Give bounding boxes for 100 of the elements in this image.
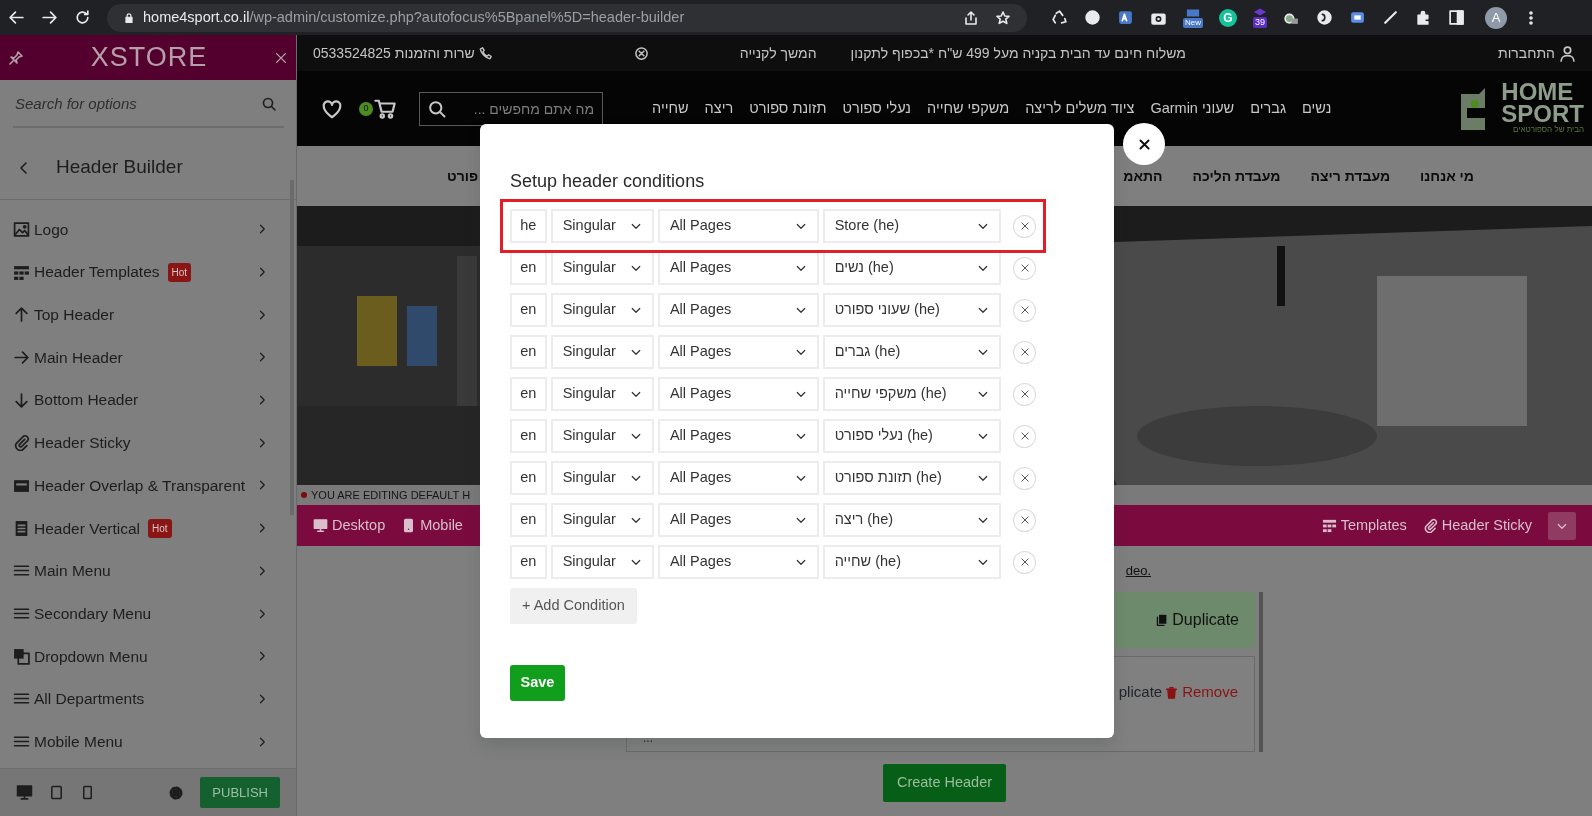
scope-select[interactable]: All Pages bbox=[657, 419, 819, 453]
phone-text: שרות והזמנות 0533524825 bbox=[313, 43, 475, 63]
target-select[interactable]: משקפי שחייה (he) bbox=[822, 377, 1002, 411]
scope-select[interactable]: All Pages bbox=[657, 335, 819, 369]
logo-tagline: הבית של הספורטאים bbox=[1512, 124, 1584, 137]
nav-link[interactable]: פורט bbox=[447, 165, 479, 187]
hot-badge: Hot bbox=[167, 262, 192, 282]
search-field[interactable]: Search for options bbox=[13, 80, 284, 128]
nav-link[interactable]: תזונת ספורט bbox=[749, 97, 827, 120]
target-select[interactable]: שעוני ספורט (he) bbox=[822, 293, 1002, 327]
target-select[interactable]: תזונת ספורט (he) bbox=[822, 461, 1002, 495]
item-label: Logo bbox=[34, 219, 69, 240]
item-label: Dropdown Menu bbox=[34, 646, 148, 667]
scope-select[interactable]: All Pages bbox=[657, 293, 819, 327]
scope-select[interactable]: All Pages bbox=[657, 503, 819, 537]
cart-count: 0 bbox=[359, 101, 373, 116]
nav-link[interactable]: משקפי שחייה bbox=[927, 97, 1010, 120]
nav-link[interactable]: שחייה bbox=[652, 97, 689, 120]
login-link[interactable]: התחברות bbox=[1498, 42, 1555, 64]
sidebar-item[interactable]: All Departments bbox=[0, 677, 296, 721]
language-field[interactable]: en bbox=[510, 503, 547, 537]
duplicate-link[interactable]: Duplicate bbox=[1155, 608, 1239, 632]
item-label: Header Sticky bbox=[34, 433, 131, 454]
nav-link[interactable]: ריצה bbox=[704, 97, 734, 120]
new-badge: New bbox=[1183, 17, 1203, 28]
language-field[interactable]: en bbox=[510, 293, 547, 327]
item-label: Secondary Menu bbox=[34, 603, 152, 624]
type-select[interactable]: Singular bbox=[550, 419, 654, 453]
nav-link[interactable]: ציוד משלים לריצה bbox=[1025, 97, 1135, 120]
target-select[interactable]: ריצה (he) bbox=[822, 503, 1002, 537]
address-bar[interactable]: home4sport.co.il/wp-admin/customize.php?autofocus%5Bpanel%5D=header-builder bbox=[107, 3, 1027, 32]
scope-select[interactable]: All Pages bbox=[657, 251, 819, 285]
sidebar-item[interactable]: Main Header bbox=[0, 336, 296, 379]
promo-link[interactable]: המשך לקנייה bbox=[739, 42, 817, 64]
language-field[interactable]: en bbox=[510, 461, 547, 495]
notice-text: YOU ARE EDITING DEFAULT H bbox=[311, 487, 471, 503]
sidebar-item[interactable]: Dropdown Menu bbox=[0, 634, 296, 678]
type-select[interactable]: Singular bbox=[550, 461, 654, 495]
language-field[interactable]: en bbox=[510, 251, 547, 285]
item-label: Bottom Header bbox=[34, 390, 139, 411]
type-select[interactable]: Singular bbox=[550, 251, 654, 285]
scope-select[interactable]: All Pages bbox=[657, 377, 819, 411]
hot-badge: Hot bbox=[148, 518, 172, 538]
sidebar-item[interactable]: Main Menu bbox=[0, 549, 296, 593]
type-select[interactable]: Singular bbox=[550, 209, 654, 243]
type-select[interactable]: Singular bbox=[550, 545, 654, 579]
type-select[interactable]: Singular bbox=[550, 377, 654, 411]
duplicate-link[interactable]: plicate bbox=[1118, 681, 1163, 704]
sidebar-item[interactable]: Secondary Menu bbox=[0, 592, 296, 635]
modal-title: Setup header conditions bbox=[510, 170, 706, 192]
scope-select[interactable]: All Pages bbox=[657, 461, 819, 495]
language-field[interactable]: en bbox=[510, 545, 547, 579]
sidebar-item[interactable]: Header Vertical Hot bbox=[0, 506, 296, 550]
create-header-button[interactable]: Create Header bbox=[882, 764, 1007, 802]
item-label: Header Overlap & Transparent bbox=[34, 475, 246, 496]
nav-link[interactable]: נשים bbox=[1302, 97, 1332, 120]
language-field[interactable]: en bbox=[510, 377, 547, 411]
sidebar-item[interactable]: Header Sticky bbox=[0, 421, 296, 465]
language-field[interactable]: en bbox=[510, 419, 547, 453]
video-link[interactable]: deo. bbox=[1125, 563, 1151, 578]
sidebar-item[interactable]: Header Overlap & Transparent bbox=[0, 464, 296, 507]
nav-link[interactable]: שעוני Garmin bbox=[1150, 97, 1235, 120]
search-field[interactable]: מה אתם מחפשים ... bbox=[419, 91, 603, 126]
sidebar-item[interactable]: Logo bbox=[0, 208, 296, 251]
sidebar-item[interactable]: Mobile Menu bbox=[0, 720, 296, 763]
item-label: Mobile Menu bbox=[34, 731, 123, 752]
target-select[interactable]: שחייה (he) bbox=[822, 545, 1002, 579]
sidebar-item[interactable]: Bottom Header bbox=[0, 378, 296, 422]
toolbar-button[interactable]: Templates bbox=[1321, 514, 1407, 537]
nav-link[interactable]: התאמ bbox=[1123, 165, 1163, 187]
add-condition-button[interactable]: + Add Condition bbox=[510, 588, 637, 624]
item-label: Main Header bbox=[34, 347, 123, 368]
target-select[interactable]: נשים (he) bbox=[822, 251, 1002, 285]
target-select[interactable]: Store (he) bbox=[822, 209, 1002, 243]
url-text: home4sport.co.il/wp-admin/customize.php?autofocus%5Bpanel%5D=header-builder bbox=[143, 7, 685, 27]
type-select[interactable]: Singular bbox=[550, 335, 654, 369]
save-button[interactable]: Save bbox=[510, 665, 565, 701]
card-excerpt: ... bbox=[643, 730, 654, 747]
type-select[interactable]: Singular bbox=[550, 293, 654, 327]
scope-select[interactable]: All Pages bbox=[657, 209, 819, 243]
item-label: All Departments bbox=[34, 689, 145, 710]
type-select[interactable]: Singular bbox=[550, 503, 654, 537]
toolbar-button[interactable]: Header Sticky bbox=[1422, 514, 1532, 537]
nav-link[interactable]: מעבדת ריצה bbox=[1310, 165, 1391, 187]
toolbar-button[interactable]: Mobile bbox=[401, 514, 463, 537]
nav-link[interactable]: גברים bbox=[1250, 97, 1287, 120]
language-field[interactable]: he bbox=[510, 209, 547, 243]
item-label: Header Templates bbox=[34, 262, 160, 283]
nav-link[interactable]: נעלי ספורט bbox=[842, 97, 911, 120]
sidebar-item[interactable]: Top Header bbox=[0, 293, 296, 337]
promo-text: משלוח חינם עד הבית בקניה מעל 499 ש"ח *בכפוף לתקנון bbox=[850, 43, 1186, 63]
sidebar-item[interactable]: Header Templates Hot bbox=[0, 250, 296, 294]
toolbar-button[interactable]: Desktop bbox=[313, 514, 386, 537]
language-field[interactable]: en bbox=[510, 335, 547, 369]
publish-button[interactable]: PUBLISH bbox=[200, 776, 280, 809]
target-select[interactable]: נעלי ספורט (he) bbox=[822, 419, 1002, 453]
nav-link[interactable]: מעבדת הליכה bbox=[1192, 165, 1281, 187]
scope-select[interactable]: All Pages bbox=[657, 545, 819, 579]
target-select[interactable]: גברים (he) bbox=[822, 335, 1002, 369]
nav-link[interactable]: מי אנחנו bbox=[1420, 165, 1474, 187]
